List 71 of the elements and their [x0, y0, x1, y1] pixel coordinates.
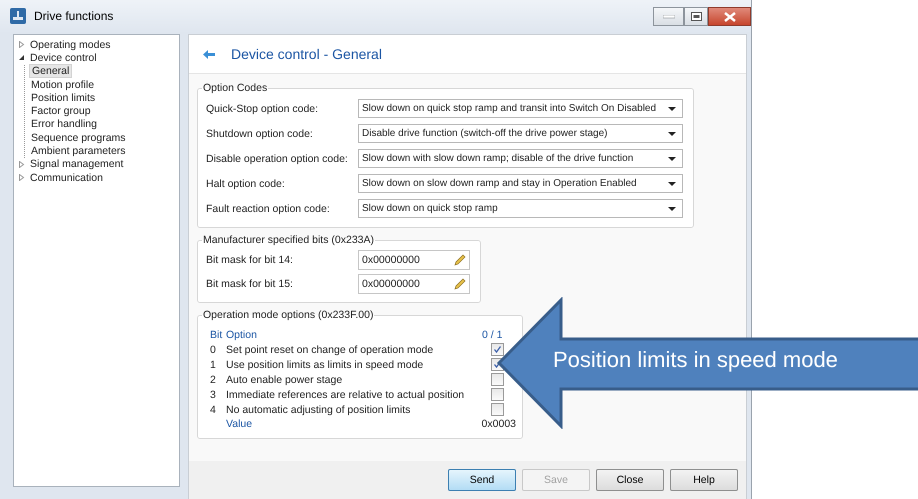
dialog-button[interactable]: Help [670, 469, 738, 491]
dropdown[interactable]: Slow down on quick stop ramp and transit into Switch On Disabled [358, 99, 683, 118]
value-text: 0x0003 [482, 418, 516, 430]
bit-number: 1 [210, 358, 217, 370]
checkbox[interactable] [490, 403, 504, 416]
tree-item[interactable]: Position limits [29, 92, 98, 104]
dropdown[interactable]: Slow down on slow down ramp and stay in Operation Enabled [358, 174, 683, 193]
page-title: Device control - General [231, 46, 382, 62]
dropdown[interactable]: Slow down on quick stop ramp [358, 199, 683, 218]
collapse-icon[interactable] [18, 54, 25, 62]
dropdown-arrow-icon [668, 206, 676, 210]
app-icon [10, 8, 26, 24]
tree-item[interactable]: Error handling [29, 118, 99, 130]
bit-number: 4 [210, 404, 217, 416]
window-title: Drive functions [34, 9, 114, 23]
bit-number: 2 [210, 374, 217, 386]
dialog-button[interactable]: Send [448, 469, 516, 491]
dropdown-arrow-icon [668, 156, 676, 160]
expand-icon[interactable] [18, 160, 25, 168]
tree-item[interactable]: Communication [28, 172, 105, 184]
back-arrow-icon[interactable] [203, 50, 215, 58]
field-label: Halt option code: [206, 178, 286, 190]
option-label: No automatic adjusting of position limits [226, 404, 412, 416]
checkbox[interactable] [490, 373, 504, 386]
group-title: Operation mode options (0x233F.00) [202, 309, 374, 321]
input-field[interactable]: 0x00000000 [358, 250, 470, 270]
maximize-icon [690, 12, 702, 21]
dropdown-arrow-icon [668, 182, 676, 186]
close-button[interactable] [708, 7, 751, 26]
dropdown[interactable]: Slow down with slow down ramp; disable of the drive function [358, 149, 683, 168]
field-label: Quick-Stop option code: [206, 102, 320, 114]
tree-item[interactable]: Motion profile [29, 78, 96, 91]
option-label: Set point reset on change of operation mode [226, 344, 434, 356]
dropdown-arrow-icon [668, 106, 676, 110]
close-icon [724, 12, 736, 22]
dialog-button[interactable]: Close [596, 469, 664, 491]
column-header: Bit [210, 329, 224, 341]
checkbox[interactable] [490, 343, 504, 356]
bit-number: 3 [210, 388, 217, 400]
field-label: Shutdown option code: [206, 128, 314, 140]
column-header: Option [226, 329, 258, 341]
dropdown-arrow-icon [668, 132, 676, 136]
checkbox[interactable] [490, 388, 504, 401]
value-label: Value [226, 418, 254, 430]
minimize-icon [662, 14, 674, 18]
field-label: Bit mask for bit 14: [206, 254, 294, 266]
field-label: Disable operation option code: [206, 152, 349, 164]
tree-item[interactable]: Sequence programs [29, 132, 128, 144]
maximize-button[interactable] [684, 7, 708, 26]
dropdown[interactable]: Disable drive function (switch-off the drive power stage) [358, 124, 683, 143]
expand-icon[interactable] [18, 41, 25, 48]
field-label: Bit mask for bit 15: [206, 278, 294, 290]
group-title: Option Codes [202, 82, 268, 94]
tree-item[interactable]: General [29, 64, 72, 78]
tree-item[interactable]: Signal management [28, 158, 126, 170]
column-header: 0 / 1 [482, 329, 504, 341]
pencil-icon[interactable] [454, 278, 466, 290]
bit-number: 0 [210, 344, 217, 356]
field-label: Fault reaction option code: [206, 202, 331, 214]
input-field[interactable]: 0x00000000 [358, 274, 470, 294]
tree-item[interactable]: Factor group [29, 105, 93, 118]
tree-item[interactable]: Operating modes [28, 38, 113, 51]
option-label: Use position limits as limits in speed mode [226, 358, 424, 370]
pencil-icon[interactable] [454, 254, 466, 266]
callout-text: Position limits in speed mode [553, 347, 838, 373]
group-title: Manufacturer specified bits (0x233A) [202, 234, 375, 246]
expand-icon[interactable] [18, 174, 25, 182]
tree-item[interactable]: Ambient parameters [29, 145, 128, 158]
option-label: Auto enable power stage [226, 374, 344, 386]
tree-item[interactable]: Device control [28, 52, 99, 64]
option-label: Immediate references are relative to actual position [226, 388, 466, 400]
